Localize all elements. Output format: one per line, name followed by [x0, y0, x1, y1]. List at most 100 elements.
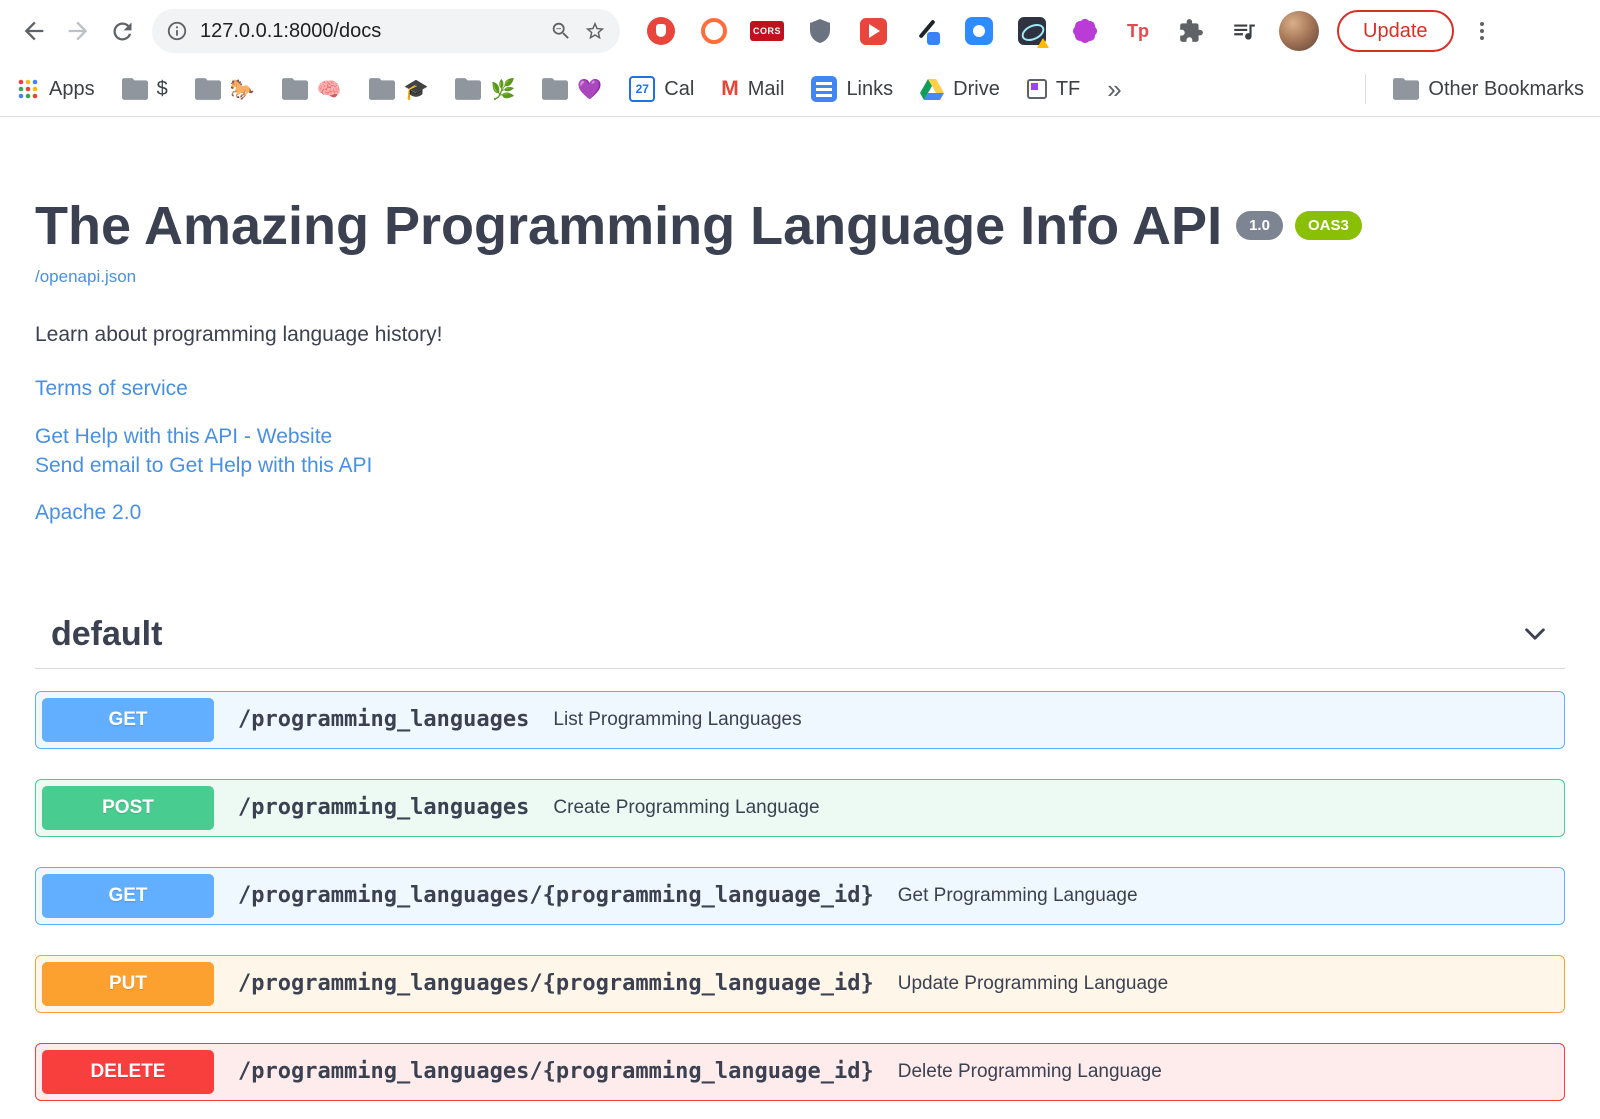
endpoint-path: /programming_languages/{programming_lang… [238, 1059, 874, 1085]
media-queue-icon[interactable] [1229, 16, 1259, 46]
chat-bubble-icon[interactable] [699, 16, 729, 46]
folder-icon [281, 78, 308, 100]
endpoint-summary: Get Programming Language [897, 884, 1138, 906]
collapse-chevron-icon[interactable] [1521, 620, 1549, 648]
apps-label: Apps [49, 77, 95, 100]
forward-arrow-icon [68, 21, 88, 41]
cors-icon[interactable]: CORS [750, 16, 785, 46]
electron-app-icon[interactable] [1017, 16, 1049, 48]
mail-label: Mail [747, 77, 785, 100]
browser-toolbar: 127.0.0.1:8000/docs CORS Tp Update [0, 0, 1600, 62]
endpoint-path: /programming_languages/{programming_lang… [238, 883, 874, 909]
endpoint-summary: Update Programming Language [897, 972, 1169, 994]
folder-icon [1393, 78, 1420, 100]
endpoint-row-get-one[interactable]: GET /programming_languages/{programming_… [35, 866, 1565, 925]
folder-icon [368, 78, 395, 100]
tag-section-header[interactable]: default [35, 615, 1565, 669]
apps-shortcut[interactable]: Apps [16, 77, 95, 101]
endpoint-path: /programming_languages [238, 795, 530, 821]
browser-menu-icon[interactable] [1460, 9, 1504, 53]
bookmark-folder-finance[interactable]: $ [121, 77, 168, 101]
website-help-link[interactable]: Get Help with this API - Website [35, 422, 1565, 451]
bookmark-mail[interactable]: Mail [721, 77, 785, 101]
endpoint-row-delete[interactable]: DELETE /programming_languages/{programmi… [35, 1042, 1565, 1101]
page-title: The Amazing Programming Language Info AP… [35, 195, 1565, 257]
privacy-shield-icon[interactable] [805, 16, 835, 46]
folder-icon [542, 78, 569, 100]
endpoint-summary: Delete Programming Language [897, 1060, 1162, 1082]
openapi-spec-link[interactable]: /openapi.json [35, 267, 136, 287]
tag-section-default: default GET /programming_languages List … [35, 615, 1565, 1101]
oas-badge: OAS3 [1294, 211, 1362, 240]
swagger-ui-page: The Amazing Programming Language Info AP… [0, 117, 1600, 1101]
reload-icon [112, 21, 131, 40]
address-bar[interactable]: 127.0.0.1:8000/docs [152, 9, 620, 53]
bookmark-folder-label: $ [156, 77, 168, 100]
method-badge: PUT [42, 961, 214, 1006]
redirect-arrow-icon[interactable] [858, 16, 888, 46]
endpoint-row-post-create[interactable]: POST /programming_languages Create Progr… [35, 778, 1565, 837]
endpoint-path: /programming_languages [238, 707, 530, 733]
endpoint-path: /programming_languages/{programming_lang… [238, 971, 874, 997]
endpoint-summary: Create Programming Language [553, 796, 820, 818]
terms-of-service-link[interactable]: Terms of service [35, 377, 1565, 401]
toggl-icon[interactable]: Tp [1123, 16, 1153, 46]
folder-icon [121, 78, 148, 100]
email-help-link[interactable]: Send email to Get Help with this API [35, 451, 1565, 480]
bookmark-folder-heart[interactable]: 💜 [542, 77, 602, 102]
profile-avatar[interactable] [1279, 11, 1319, 51]
bookmark-folder-education[interactable]: 🎓 [368, 77, 429, 102]
links-doc-icon [811, 76, 838, 102]
bookmarks-overflow-chevron[interactable]: » [1107, 74, 1121, 105]
calendar-icon: 27 [629, 76, 656, 102]
version-badge: 1.0 [1236, 211, 1283, 240]
other-bookmarks[interactable]: Other Bookmarks [1393, 78, 1584, 101]
other-bookmarks-label: Other Bookmarks [1428, 77, 1584, 100]
contact-links: Get Help with this API - Website Send em… [35, 422, 1565, 481]
zoom-out-icon[interactable] [550, 20, 572, 42]
operations-list: GET /programming_languages List Programm… [35, 690, 1565, 1101]
bookmark-folder-brain[interactable]: 🧠 [281, 77, 342, 102]
method-badge: GET [42, 873, 214, 918]
bookmark-tf[interactable]: TF [1026, 78, 1080, 101]
calendar-label: Cal [664, 77, 695, 100]
back-arrow-icon [24, 21, 44, 41]
back-button[interactable] [12, 9, 56, 53]
site-info-icon[interactable] [166, 20, 188, 42]
gmail-icon [721, 77, 739, 101]
puzzle-extensions-icon[interactable] [1176, 16, 1206, 46]
video-camera-icon[interactable] [964, 16, 994, 46]
bookmark-drive[interactable]: Drive [920, 78, 1000, 101]
update-button[interactable]: Update [1337, 10, 1454, 52]
bookmark-folder-label: 🧠 [316, 78, 342, 101]
bookmark-folder-plant[interactable]: 🌿 [455, 77, 515, 102]
method-badge: GET [42, 697, 214, 742]
stop-hand-icon[interactable] [646, 16, 676, 46]
flower-icon[interactable] [1070, 16, 1100, 46]
endpoint-row-put-update[interactable]: PUT /programming_languages/{programming_… [35, 954, 1565, 1013]
color-picker-icon[interactable] [911, 16, 941, 46]
method-badge: DELETE [42, 1049, 214, 1094]
bookmark-calendar[interactable]: 27 Cal [629, 76, 694, 102]
url-text[interactable]: 127.0.0.1:8000/docs [200, 20, 538, 43]
api-description: Learn about programming language history… [35, 323, 443, 347]
drive-label: Drive [953, 77, 1000, 100]
reload-button[interactable] [100, 9, 144, 53]
folder-icon [455, 78, 482, 100]
license-link[interactable]: Apache 2.0 [35, 501, 1565, 525]
bookmark-folder-label: 🐎 [229, 78, 255, 101]
bookmarks-bar: Apps $ 🐎 🧠 🎓 🌿 💜 27 Cal Mail Links [0, 62, 1600, 117]
drive-icon [920, 79, 945, 100]
bookmark-star-icon[interactable] [584, 20, 606, 42]
bookmark-folder-horse[interactable]: 🐎 [194, 77, 255, 102]
bookmark-folder-label: 🎓 [403, 78, 429, 101]
forward-button[interactable] [56, 9, 100, 53]
tag-name: default [51, 614, 163, 653]
extensions-row: CORS Tp [646, 16, 1259, 48]
folder-icon [194, 78, 221, 100]
tf-icon [1026, 79, 1047, 99]
apps-grid-icon [18, 79, 38, 99]
endpoint-row-get-list[interactable]: GET /programming_languages List Programm… [35, 690, 1565, 749]
bookmark-folder-label: 💜 [577, 78, 603, 101]
bookmark-links[interactable]: Links [811, 76, 893, 102]
